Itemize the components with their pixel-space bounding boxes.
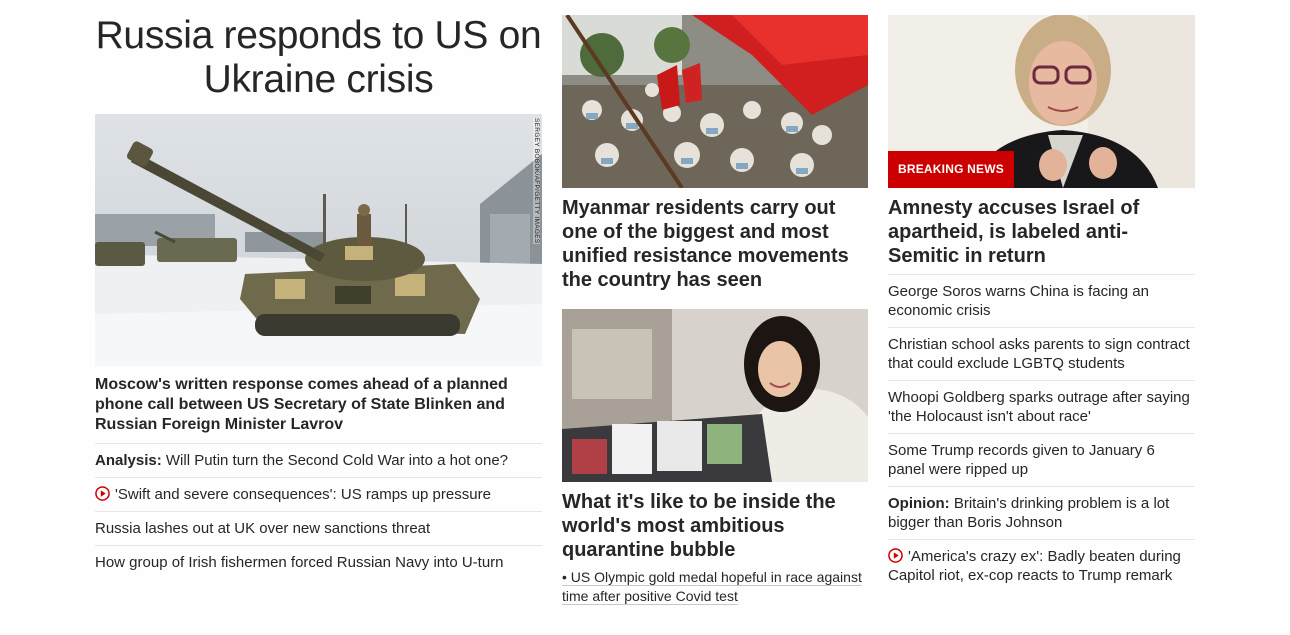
myanmar-story-image[interactable] [562,15,868,188]
lead-headline[interactable]: Russia responds to US on Ukraine crisis [95,14,542,102]
item-prefix: Analysis: [95,452,162,469]
quarantine-story-image[interactable] [562,309,868,482]
myanmar-headline[interactable]: Myanmar residents carry out one of the b… [562,196,868,292]
lead-story-column: Russia responds to US on Ukraine crisis [95,0,542,580]
list-item[interactable]: Opinion: Britain's drinking problem is a… [888,487,1195,540]
right-column: BREAKING NEWS Amnesty accuses Israel of … [888,0,1195,593]
photo-credit: SERGEY BOBOK/AFP/GETTY IMAGES [533,118,540,244]
related-story-link[interactable]: • US Olympic gold medal hopeful in race … [562,568,868,606]
protest-crowd-photo [562,15,868,188]
item-text: Christian school asks parents to sign co… [888,336,1190,372]
item-text: 'America's crazy ex': Badly beaten durin… [888,548,1181,584]
list-item[interactable]: George Soros warns China is facing an ec… [888,275,1195,328]
item-text: Some Trump records given to January 6 pa… [888,442,1155,478]
lead-related-list: Analysis: Will Putin turn the Second Col… [95,444,542,580]
list-item[interactable]: Some Trump records given to January 6 pa… [888,434,1195,487]
item-text: George Soros warns China is facing an ec… [888,283,1149,319]
list-item[interactable]: How group of Irish fishermen forced Russ… [95,546,542,580]
list-item[interactable]: 'Swift and severe consequences': US ramp… [95,478,542,512]
amnesty-story-image[interactable]: BREAKING NEWS [888,15,1195,188]
list-item[interactable]: Christian school asks parents to sign co… [888,328,1195,381]
play-icon [888,548,903,563]
quarantine-headline[interactable]: What it's like to be inside the world's … [562,490,868,562]
list-item[interactable]: Analysis: Will Putin turn the Second Col… [95,444,542,478]
list-item[interactable]: Whoopi Goldberg sparks outrage after say… [888,381,1195,434]
top-stories-list: George Soros warns China is facing an ec… [888,275,1195,593]
item-text: Will Putin turn the Second Cold War into… [161,452,508,469]
item-text: Whoopi Goldberg sparks outrage after say… [888,389,1190,425]
item-prefix: Opinion: [888,495,950,512]
amnesty-headline[interactable]: Amnesty accuses Israel of apartheid, is … [888,196,1195,275]
quarantine-box-photo [562,309,868,482]
item-text: How group of Irish fishermen forced Russ… [95,554,504,571]
breaking-news-badge: BREAKING NEWS [888,151,1014,188]
item-text: Russia lashes out at UK over new sanctio… [95,520,431,537]
item-text: 'Swift and severe consequences': US ramp… [115,486,491,503]
lead-story-caption[interactable]: Moscow's written response comes ahead of… [95,375,542,444]
play-icon [95,486,110,501]
list-item[interactable]: 'America's crazy ex': Badly beaten durin… [888,540,1195,593]
lead-story-image[interactable]: SERGEY BOBOK/AFP/GETTY IMAGES [95,114,542,366]
list-item[interactable]: Russia lashes out at UK over new sanctio… [95,512,542,546]
tank-in-snow-photo [95,114,542,366]
middle-column: Myanmar residents carry out one of the b… [562,0,868,606]
